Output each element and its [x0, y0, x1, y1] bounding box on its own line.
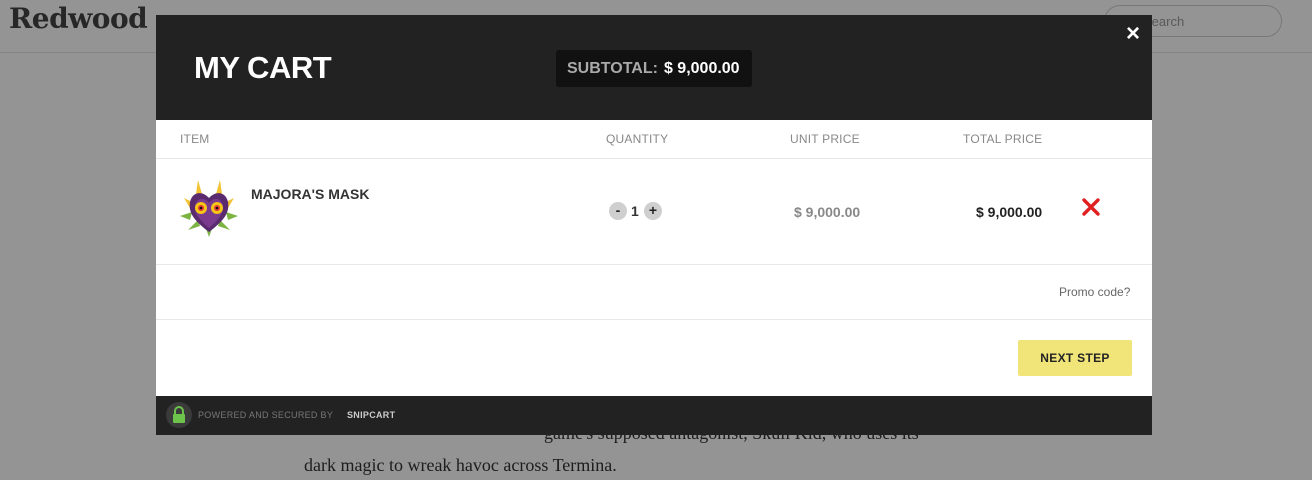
snipcart-brand[interactable]: SNIPCART — [347, 410, 395, 420]
subtotal-box: SUBTOTAL: $ 9,000.00 — [556, 50, 752, 87]
promo-code-link[interactable]: Promo code? — [1059, 285, 1130, 299]
quantity-decrease-button[interactable]: - — [609, 202, 627, 220]
cart-title: MY CART — [194, 50, 332, 85]
column-header-item: ITEM — [180, 132, 210, 146]
subtotal-value: $ 9,000.00 — [663, 60, 740, 77]
subtotal-label: SUBTOTAL: — [567, 60, 658, 77]
next-step-button[interactable]: NEXT STEP — [1018, 340, 1132, 376]
cart-modal: MY CART SUBTOTAL: $ 9,000.00 × ITEM QUANT… — [156, 15, 1152, 435]
cart-footer: POWERED AND SECURED BY SNIPCART — [156, 396, 1152, 435]
cart-header: MY CART SUBTOTAL: $ 9,000.00 × — [156, 15, 1152, 120]
total-price: $ 9,000.00 — [976, 204, 1043, 220]
column-header-unit-price: UNIT PRICE — [790, 132, 860, 146]
quantity-increase-button[interactable]: + — [644, 202, 662, 220]
unit-price: $ 9,000.00 — [794, 204, 861, 220]
divider — [156, 158, 1152, 159]
lock-badge — [166, 402, 192, 428]
powered-by-text: POWERED AND SECURED BY — [198, 410, 334, 420]
product-name[interactable]: MAJORA'S MASK — [251, 186, 369, 202]
quantity-value: 1 — [631, 203, 639, 219]
divider — [156, 319, 1152, 320]
divider — [156, 264, 1152, 265]
column-header-total-price: TOTAL PRICE — [963, 132, 1043, 146]
remove-item-icon[interactable] — [1081, 197, 1101, 217]
close-icon[interactable]: × — [1126, 22, 1140, 46]
lock-icon — [173, 406, 185, 423]
majoras-mask-image — [180, 180, 238, 237]
column-header-quantity: QUANTITY — [606, 132, 669, 146]
